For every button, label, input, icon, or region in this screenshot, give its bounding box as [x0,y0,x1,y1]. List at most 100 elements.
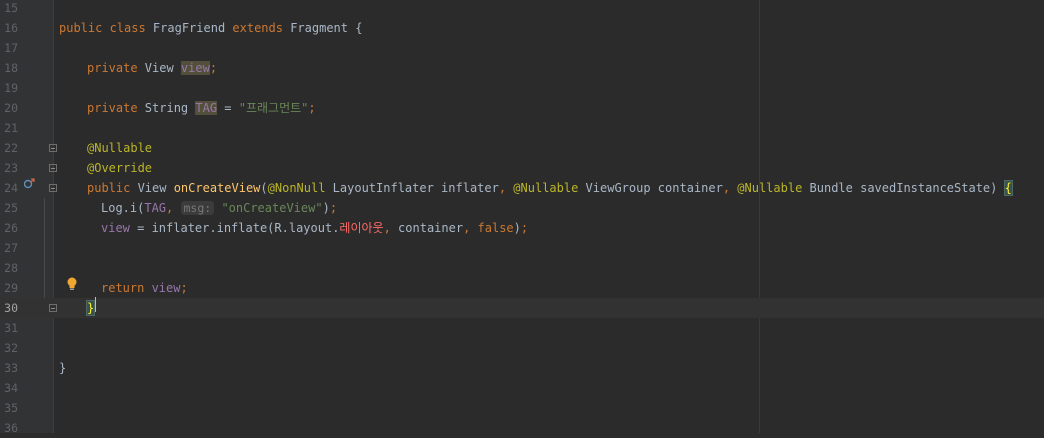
code-token: LayoutInflater inflater [332,181,499,195]
code-token: view [101,221,130,235]
code-token: = [217,101,239,115]
code-token: , [383,221,399,235]
text-caret [95,297,96,312]
line-number: 20 [4,101,18,115]
code-text: } [85,298,96,318]
code-token: ; [180,281,188,295]
code-text: return view; [101,278,188,298]
code-token: } [59,361,67,375]
code-line[interactable]: 31 [0,318,1044,338]
line-number: 19 [4,81,18,95]
code-text: @Nullable [87,138,152,158]
line-number: 31 [4,321,18,335]
line-number: 24 [4,181,18,195]
code-token: View [137,181,174,195]
code-text: @Override [87,158,152,178]
parameter-hint: msg: [180,201,215,215]
code-line[interactable]: 27 [0,238,1044,258]
override-method-icon[interactable] [24,178,35,189]
code-text: public View onCreateView(@NonNull Layout… [87,178,1013,198]
code-token: ; [520,221,529,235]
code-token: View [144,61,181,75]
code-token: "프래그먼트" [238,101,309,115]
code-line[interactable]: 24 public View onCreateView(@NonNull Layo… [0,178,1044,198]
code-line[interactable]: 33} [0,358,1044,378]
code-line[interactable]: 15 [0,0,1044,18]
code-line[interactable]: 21 [0,118,1044,138]
fold-marker-icon[interactable] [49,304,57,312]
code-token: ( [260,181,268,195]
code-token: ; [308,101,316,115]
code-token: ; [209,61,218,75]
code-text: } [59,358,66,378]
code-line[interactable]: 36 [0,418,1044,438]
code-token: private [87,61,145,75]
code-line[interactable]: 16 public class FragFriend extends Fragme… [0,18,1044,38]
code-text: Log.i(TAG, msg: "onCreateView"); [101,198,337,218]
code-token: ) [322,201,330,215]
line-number: 28 [4,261,18,275]
code-token: i( [129,201,145,215]
code-token: "onCreateView" [221,201,323,215]
line-number: 25 [4,201,18,215]
matched-brace: { [1003,180,1013,196]
fold-marker-icon[interactable] [49,184,57,192]
code-line[interactable]: 34 [0,378,1044,398]
code-token: extends [232,21,291,35]
line-number: 23 [4,161,18,175]
line-number: 17 [4,41,18,55]
code-line[interactable]: 26 view = inflater.inflate(R.layout.레이아웃,… [0,218,1044,238]
line-number: 36 [4,421,18,435]
code-line[interactable]: 35 [0,398,1044,418]
code-token: @Nullable [737,181,810,195]
code-token: ; [329,201,338,215]
code-token: ) [513,221,521,235]
code-line[interactable]: 19 [0,78,1044,98]
code-line[interactable]: 30} [0,298,1044,318]
code-token: @Override [87,161,153,175]
lightbulb-icon[interactable] [66,277,78,291]
code-text: public class FragFriend extends Fragment… [59,18,362,38]
line-number: 21 [4,121,18,135]
code-line[interactable]: 32 [0,338,1044,358]
code-token: @Nullable [513,181,586,195]
code-token: TAG [144,201,167,215]
code-line[interactable]: 17 [0,38,1044,58]
code-token: private [87,101,145,115]
code-token: ViewGroup container [585,181,723,195]
code-token: public [87,181,138,195]
line-number: 16 [4,21,18,35]
code-line[interactable]: 20 private String TAG = "프래그먼트"; [0,98,1044,118]
code-line[interactable]: 28 [0,258,1044,278]
line-number: 35 [4,401,18,415]
code-token: Fragment { [290,21,363,35]
code-token: container [398,221,464,235]
matched-brace: } [85,300,96,316]
code-token: view [180,61,210,75]
code-text: private View view; [87,58,217,78]
code-line[interactable]: 22 @Nullable [0,138,1044,158]
code-token: return [101,281,152,295]
code-line[interactable]: 29 return view; [0,278,1044,298]
code-token: Bundle savedInstanceState) [809,181,1005,195]
line-number: 29 [4,281,18,295]
code-text: private String TAG = "프래그먼트"; [87,98,316,118]
line-number: 18 [4,61,18,75]
code-token: FragFriend [152,21,233,35]
code-token: String [144,101,196,115]
code-token: 레이아웃 [339,221,384,235]
fold-marker-icon[interactable] [49,164,57,172]
code-token: @NonNull [267,181,333,195]
line-number: 27 [4,241,18,255]
code-token: view [151,281,181,295]
code-line[interactable]: 23 @Override [0,158,1044,178]
line-number: 30 [4,301,18,315]
code-token: , [166,201,181,215]
code-line[interactable]: 25 Log.i(TAG, msg: "onCreateView"); [0,198,1044,218]
fold-marker-icon[interactable] [49,144,57,152]
code-token: TAG [195,101,218,115]
code-token: = inflater.inflate(R.layout. [129,221,340,235]
code-token: , [722,181,738,195]
code-line[interactable]: 18 private View view; [0,58,1044,78]
line-number: 22 [4,141,18,155]
